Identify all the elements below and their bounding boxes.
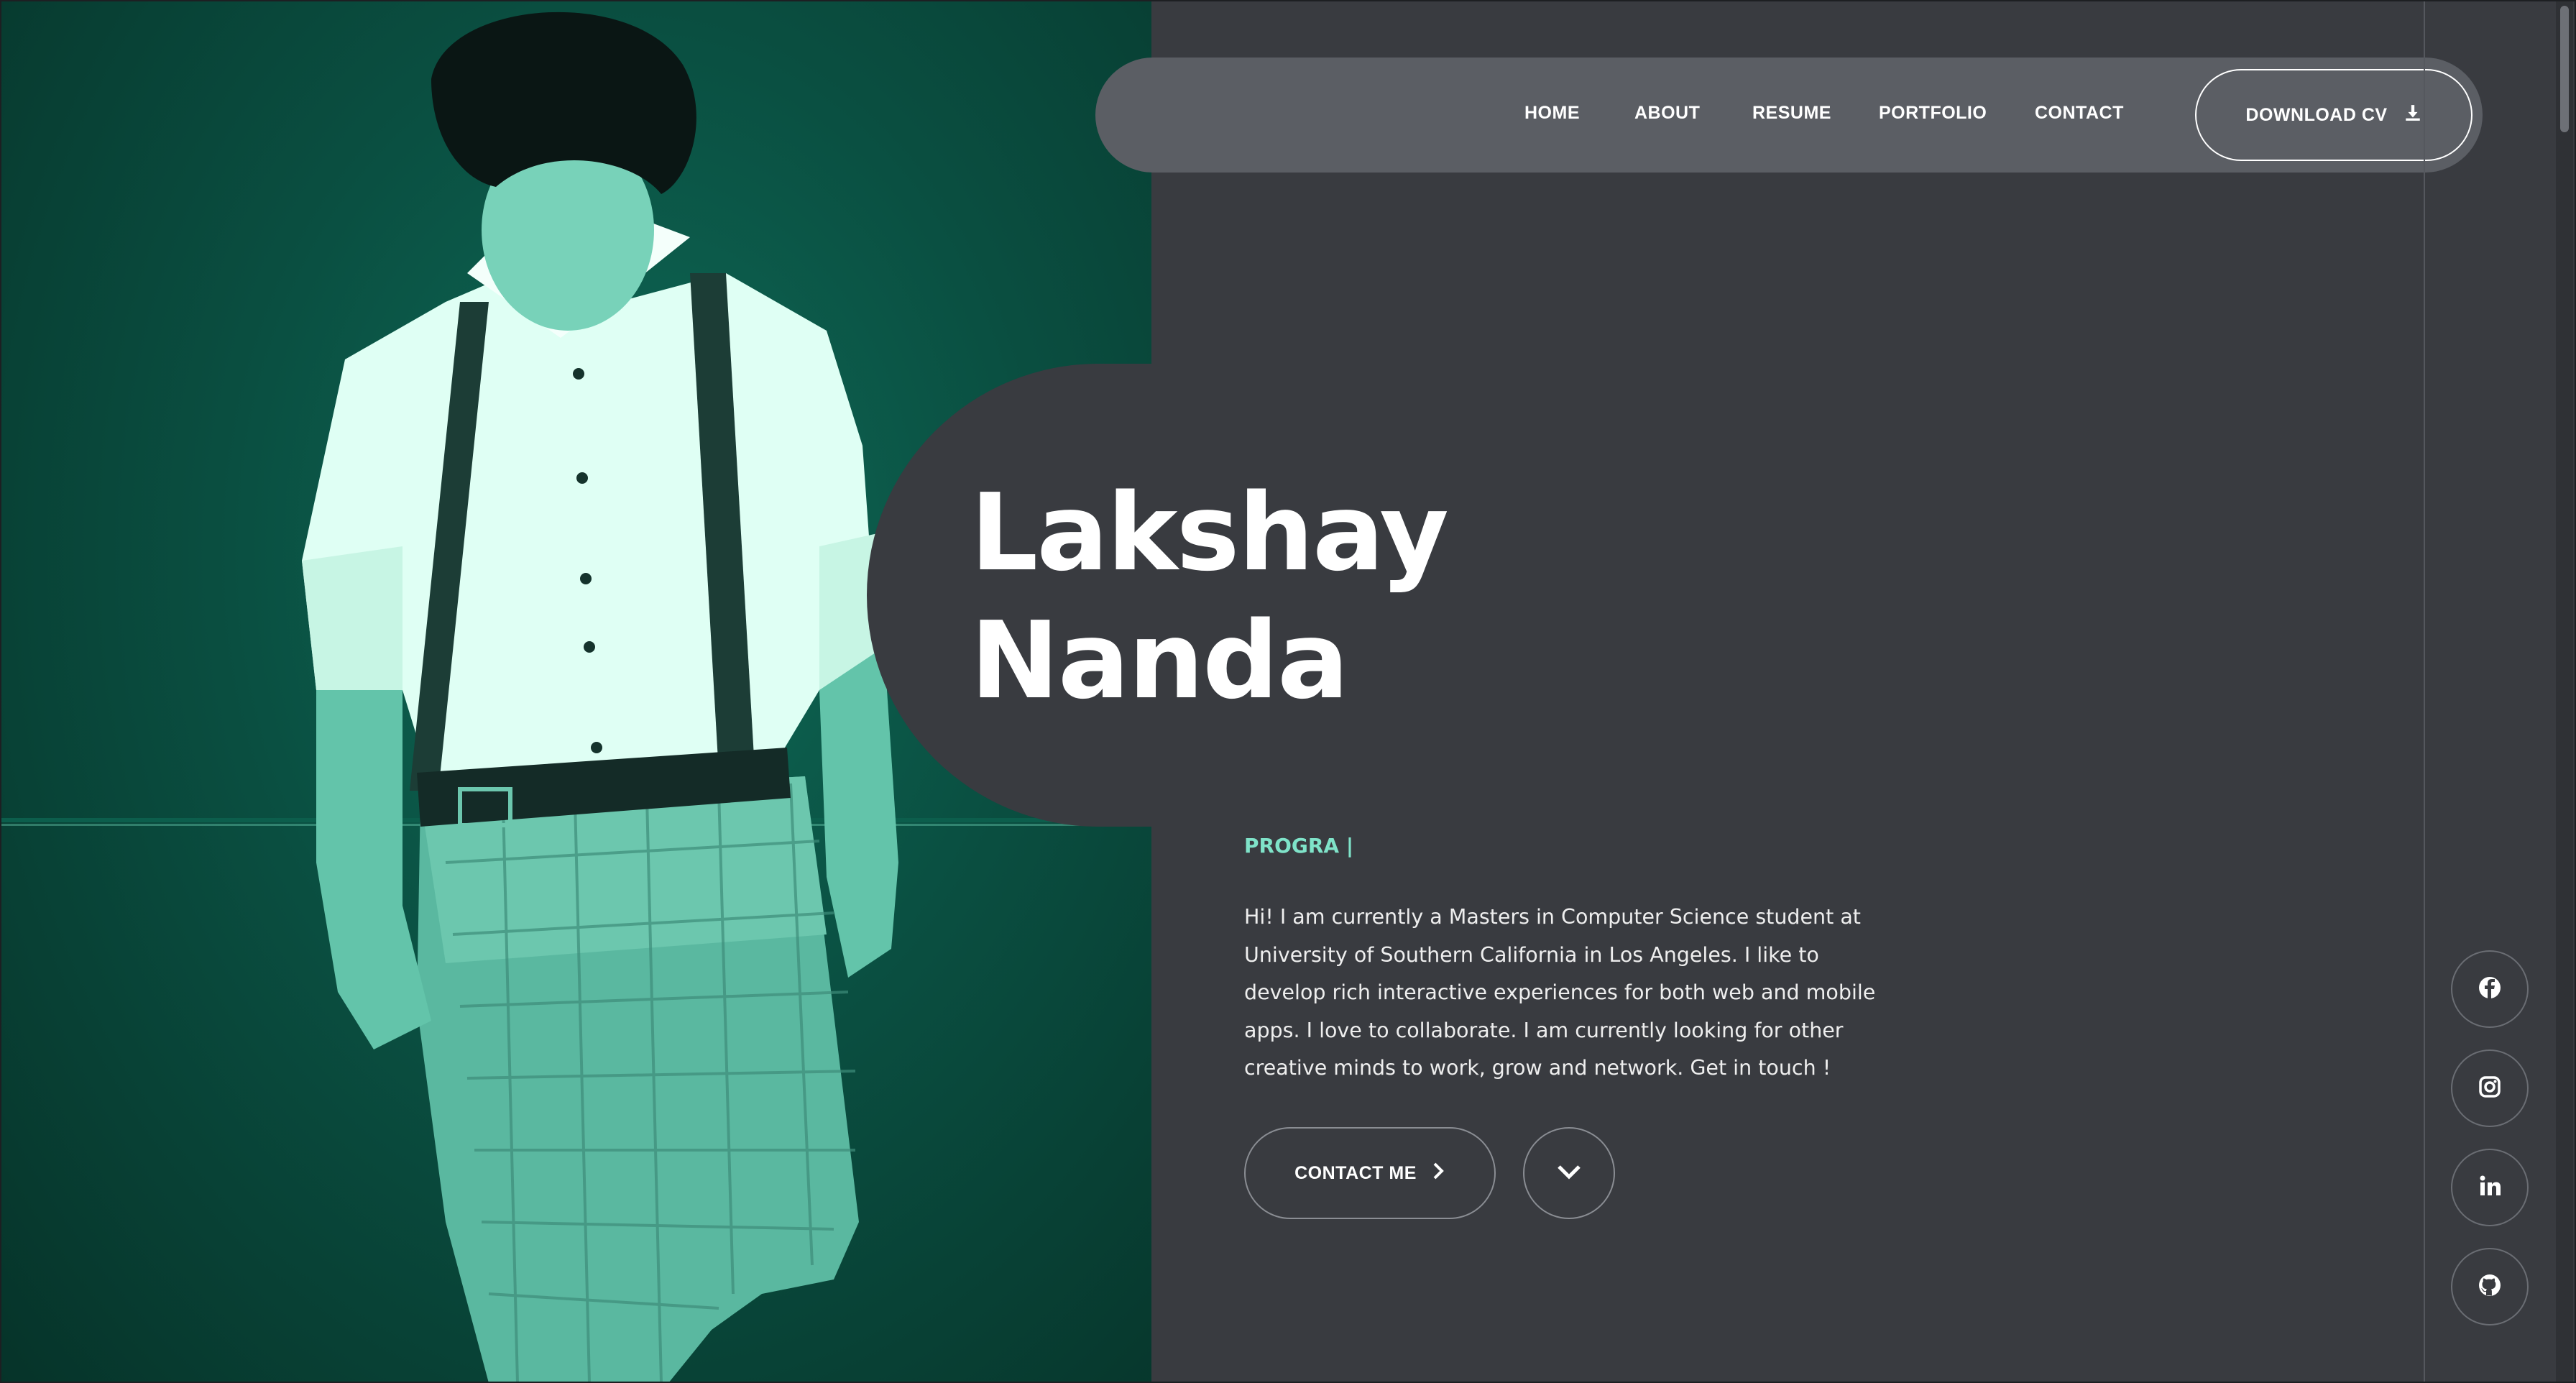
- last-name: Nanda: [970, 599, 1349, 722]
- linkedin-icon: [2478, 1175, 2501, 1200]
- github-icon: [2478, 1273, 2502, 1300]
- scroll-down-button[interactable]: [1523, 1127, 1615, 1219]
- facebook-link[interactable]: [2451, 950, 2529, 1028]
- linkedin-link[interactable]: [2451, 1149, 2529, 1226]
- nav-resume[interactable]: RESUME: [1752, 103, 1831, 124]
- chevron-right-icon: [1431, 1162, 1445, 1185]
- download-cv-label: DOWNLOAD CV: [2245, 104, 2388, 125]
- facebook-icon: [2478, 975, 2502, 1003]
- download-cv-button[interactable]: DOWNLOAD CV: [2195, 69, 2472, 161]
- chevron-down-icon: [1557, 1164, 1581, 1182]
- github-link[interactable]: [2451, 1248, 2529, 1325]
- first-name: Lakshay: [970, 471, 1449, 594]
- nav-home[interactable]: HOME: [1524, 103, 1580, 124]
- scrollbar[interactable]: [2556, 0, 2573, 1383]
- role-typing-text: PROGRA |: [1244, 834, 1354, 858]
- hero-name: Lakshay Nanda: [970, 469, 1449, 725]
- instagram-icon: [2478, 1075, 2501, 1101]
- nav-contact[interactable]: CONTACT: [2035, 103, 2124, 124]
- instagram-link[interactable]: [2451, 1049, 2529, 1127]
- contact-me-label: CONTACT ME: [1294, 1162, 1417, 1183]
- nav-about[interactable]: ABOUT: [1634, 103, 1700, 124]
- nav-portfolio[interactable]: PORTFOLIO: [1879, 103, 1987, 124]
- contact-me-button[interactable]: CONTACT ME: [1244, 1127, 1496, 1219]
- bio-text: Hi! I am currently a Masters in Computer…: [1244, 905, 1876, 1080]
- download-icon: [2404, 104, 2422, 127]
- scrollbar-thumb[interactable]: [2560, 6, 2569, 132]
- sidebar-divider: [2424, 0, 2425, 1383]
